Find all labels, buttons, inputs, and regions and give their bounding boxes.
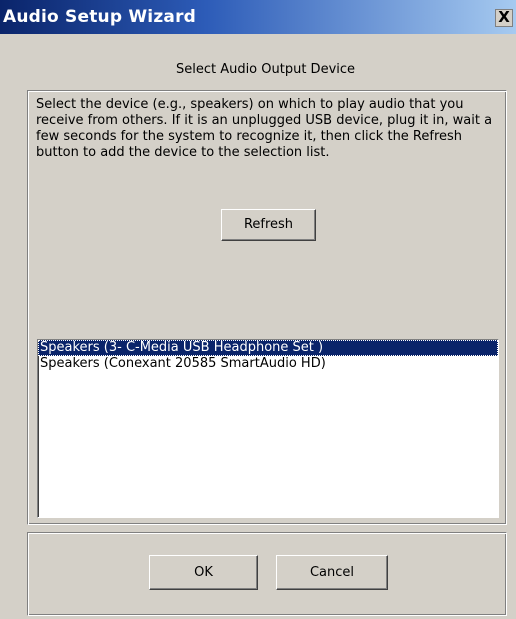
dialog-body: Select Audio Output Device Select the de… <box>0 34 511 619</box>
device-list-item[interactable]: Speakers (Conexant 20585 SmartAudio HD) <box>38 356 498 372</box>
close-icon[interactable]: X <box>495 9 513 27</box>
audio-setup-wizard-window: Audio Setup Wizard X Select Audio Output… <box>0 0 516 619</box>
button-panel: OK Cancel <box>27 532 507 616</box>
device-listbox[interactable]: Speakers (3- C-Media USB Headphone Set )… <box>37 339 499 518</box>
cancel-button[interactable]: Cancel <box>276 555 388 590</box>
ok-button[interactable]: OK <box>149 555 258 590</box>
device-selection-panel: Select the device (e.g., speakers) on wh… <box>27 90 507 525</box>
device-list-item[interactable]: Speakers (3- C-Media USB Headphone Set ) <box>38 340 498 356</box>
window-title: Audio Setup Wizard <box>3 7 197 27</box>
page-subtitle: Select Audio Output Device <box>175 62 356 77</box>
title-bar[interactable]: Audio Setup Wizard X <box>0 0 516 34</box>
instructions-text: Select the device (e.g., speakers) on wh… <box>36 97 493 160</box>
refresh-button[interactable]: Refresh <box>221 209 316 241</box>
